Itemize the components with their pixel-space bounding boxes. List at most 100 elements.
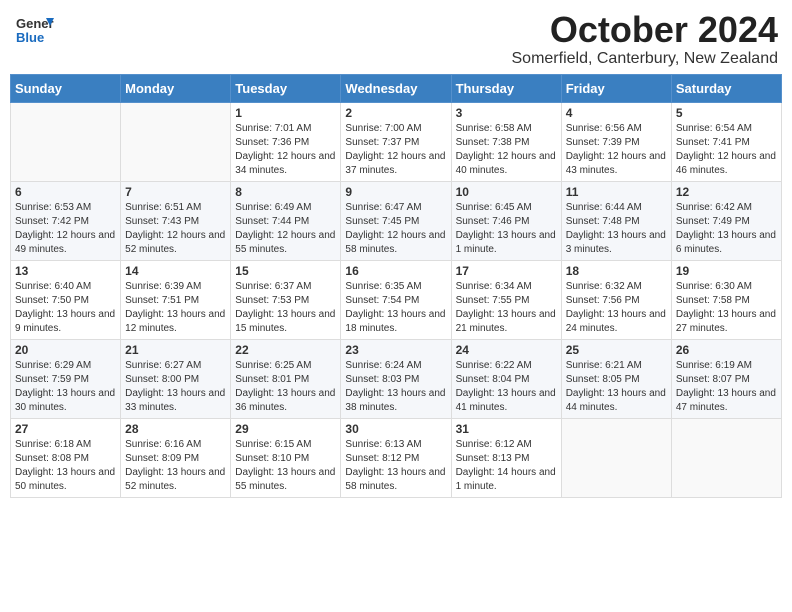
calendar-cell: 5Sunrise: 6:54 AM Sunset: 7:41 PM Daylig…	[671, 102, 781, 181]
calendar-cell: 13 Sunrise: 6:40 AM Sunset: 7:50 PM Dayli…	[11, 260, 121, 339]
day-number: 10	[456, 185, 557, 199]
day-number: 25	[566, 343, 667, 357]
day-info: Sunrise: 6:45 AM Sunset: 7:46 PM Dayligh…	[456, 201, 557, 257]
calendar-cell: 28 Sunrise: 6:16 AM Sunset: 8:09 PM Dayli…	[121, 418, 231, 497]
day-info: Sunrise: 6:42 AM Sunset: 7:49 PM Dayligh…	[676, 201, 777, 257]
day-info: Sunrise: 7:01 AM Sunset: 7:36 PM Dayligh…	[235, 122, 336, 178]
day-number: 28	[125, 422, 226, 436]
day-info: Sunrise: 6:35 AM Sunset: 7:54 PM Dayligh…	[345, 280, 446, 336]
day-number: 17	[456, 264, 557, 278]
calendar-cell: 17 Sunrise: 6:34 AM Sunset: 7:55 PM Dayli…	[451, 260, 561, 339]
day-header-tuesday: Tuesday	[231, 74, 341, 102]
title-block: October 2024 Somerfield, Canterbury, New…	[512, 10, 779, 68]
calendar-week-2: 6Sunrise: 6:53 AM Sunset: 7:42 PM Daylig…	[11, 181, 782, 260]
day-info: Sunrise: 6:18 AM Sunset: 8:08 PM Dayligh…	[15, 438, 116, 494]
calendar-cell: 26 Sunrise: 6:19 AM Sunset: 8:07 PM Dayli…	[671, 339, 781, 418]
day-number: 30	[345, 422, 446, 436]
calendar-table: SundayMondayTuesdayWednesdayThursdayFrid…	[10, 74, 782, 498]
day-number: 29	[235, 422, 336, 436]
day-number: 3	[456, 106, 557, 120]
day-info: Sunrise: 6:56 AM Sunset: 7:39 PM Dayligh…	[566, 122, 667, 178]
day-header-sunday: Sunday	[11, 74, 121, 102]
calendar-cell: 19Sunrise: 6:30 AM Sunset: 7:58 PM Dayli…	[671, 260, 781, 339]
location-title: Somerfield, Canterbury, New Zealand	[512, 50, 779, 68]
day-info: Sunrise: 6:54 AM Sunset: 7:41 PM Dayligh…	[676, 122, 777, 178]
calendar-header-row: SundayMondayTuesdayWednesdayThursdayFrid…	[11, 74, 782, 102]
month-title: October 2024	[512, 10, 779, 50]
day-number: 7	[125, 185, 226, 199]
day-info: Sunrise: 6:27 AM Sunset: 8:00 PM Dayligh…	[125, 359, 226, 415]
day-number: 31	[456, 422, 557, 436]
calendar-cell: 27 Sunrise: 6:18 AM Sunset: 8:08 PM Dayli…	[11, 418, 121, 497]
day-number: 13	[15, 264, 116, 278]
day-info: Sunrise: 6:37 AM Sunset: 7:53 PM Dayligh…	[235, 280, 336, 336]
calendar-cell: 14Sunrise: 6:39 AM Sunset: 7:51 PM Dayli…	[121, 260, 231, 339]
day-info: Sunrise: 6:24 AM Sunset: 8:03 PM Dayligh…	[345, 359, 446, 415]
calendar-cell: 22 Sunrise: 6:25 AM Sunset: 8:01 PM Dayli…	[231, 339, 341, 418]
day-info: Sunrise: 6:44 AM Sunset: 7:48 PM Dayligh…	[566, 201, 667, 257]
day-number: 12	[676, 185, 777, 199]
day-info: Sunrise: 6:51 AM Sunset: 7:43 PM Dayligh…	[125, 201, 226, 257]
day-info: Sunrise: 6:12 AM Sunset: 8:13 PM Dayligh…	[456, 438, 557, 494]
calendar-cell: 15 Sunrise: 6:37 AM Sunset: 7:53 PM Dayli…	[231, 260, 341, 339]
day-info: Sunrise: 6:16 AM Sunset: 8:09 PM Dayligh…	[125, 438, 226, 494]
calendar-cell: 9 Sunrise: 6:47 AM Sunset: 7:45 PM Daylig…	[341, 181, 451, 260]
calendar-cell: 29Sunrise: 6:15 AM Sunset: 8:10 PM Dayli…	[231, 418, 341, 497]
day-number: 21	[125, 343, 226, 357]
day-info: Sunrise: 6:29 AM Sunset: 7:59 PM Dayligh…	[15, 359, 116, 415]
calendar-cell: 30 Sunrise: 6:13 AM Sunset: 8:12 PM Dayli…	[341, 418, 451, 497]
day-info: Sunrise: 6:32 AM Sunset: 7:56 PM Dayligh…	[566, 280, 667, 336]
logo-graphic: General Blue	[14, 10, 54, 55]
day-number: 1	[235, 106, 336, 120]
day-info: Sunrise: 6:34 AM Sunset: 7:55 PM Dayligh…	[456, 280, 557, 336]
calendar-cell: 2 Sunrise: 7:00 AM Sunset: 7:37 PM Daylig…	[341, 102, 451, 181]
day-info: Sunrise: 6:19 AM Sunset: 8:07 PM Dayligh…	[676, 359, 777, 415]
calendar-cell: 11Sunrise: 6:44 AM Sunset: 7:48 PM Dayli…	[561, 181, 671, 260]
calendar-cell	[121, 102, 231, 181]
calendar-cell: 12 Sunrise: 6:42 AM Sunset: 7:49 PM Dayli…	[671, 181, 781, 260]
day-number: 24	[456, 343, 557, 357]
calendar-cell: 16 Sunrise: 6:35 AM Sunset: 7:54 PM Dayli…	[341, 260, 451, 339]
calendar-week-4: 20 Sunrise: 6:29 AM Sunset: 7:59 PM Dayli…	[11, 339, 782, 418]
day-number: 26	[676, 343, 777, 357]
svg-text:Blue: Blue	[16, 30, 44, 45]
calendar-cell: 4 Sunrise: 6:56 AM Sunset: 7:39 PM Daylig…	[561, 102, 671, 181]
day-number: 23	[345, 343, 446, 357]
day-info: Sunrise: 6:47 AM Sunset: 7:45 PM Dayligh…	[345, 201, 446, 257]
calendar-cell: 23 Sunrise: 6:24 AM Sunset: 8:03 PM Dayli…	[341, 339, 451, 418]
day-info: Sunrise: 6:21 AM Sunset: 8:05 PM Dayligh…	[566, 359, 667, 415]
day-info: Sunrise: 6:39 AM Sunset: 7:51 PM Dayligh…	[125, 280, 226, 336]
calendar-cell: 20 Sunrise: 6:29 AM Sunset: 7:59 PM Dayli…	[11, 339, 121, 418]
calendar-cell	[671, 418, 781, 497]
day-info: Sunrise: 6:22 AM Sunset: 8:04 PM Dayligh…	[456, 359, 557, 415]
day-number: 4	[566, 106, 667, 120]
day-number: 16	[345, 264, 446, 278]
day-number: 15	[235, 264, 336, 278]
calendar-cell: 25 Sunrise: 6:21 AM Sunset: 8:05 PM Dayli…	[561, 339, 671, 418]
calendar-week-5: 27 Sunrise: 6:18 AM Sunset: 8:08 PM Dayli…	[11, 418, 782, 497]
calendar-cell	[11, 102, 121, 181]
calendar-cell: 8 Sunrise: 6:49 AM Sunset: 7:44 PM Daylig…	[231, 181, 341, 260]
day-number: 18	[566, 264, 667, 278]
calendar-cell: 6Sunrise: 6:53 AM Sunset: 7:42 PM Daylig…	[11, 181, 121, 260]
day-info: Sunrise: 7:00 AM Sunset: 7:37 PM Dayligh…	[345, 122, 446, 178]
day-info: Sunrise: 6:49 AM Sunset: 7:44 PM Dayligh…	[235, 201, 336, 257]
day-info: Sunrise: 6:40 AM Sunset: 7:50 PM Dayligh…	[15, 280, 116, 336]
day-info: Sunrise: 6:58 AM Sunset: 7:38 PM Dayligh…	[456, 122, 557, 178]
day-number: 22	[235, 343, 336, 357]
calendar-cell	[561, 418, 671, 497]
day-header-saturday: Saturday	[671, 74, 781, 102]
day-number: 20	[15, 343, 116, 357]
calendar-cell: 3 Sunrise: 6:58 AM Sunset: 7:38 PM Daylig…	[451, 102, 561, 181]
calendar-cell: 10 Sunrise: 6:45 AM Sunset: 7:46 PM Dayli…	[451, 181, 561, 260]
day-number: 8	[235, 185, 336, 199]
day-number: 2	[345, 106, 446, 120]
day-header-friday: Friday	[561, 74, 671, 102]
day-number: 9	[345, 185, 446, 199]
day-info: Sunrise: 6:25 AM Sunset: 8:01 PM Dayligh…	[235, 359, 336, 415]
day-number: 27	[15, 422, 116, 436]
day-header-thursday: Thursday	[451, 74, 561, 102]
calendar-cell: 21 Sunrise: 6:27 AM Sunset: 8:00 PM Dayli…	[121, 339, 231, 418]
day-info: Sunrise: 6:13 AM Sunset: 8:12 PM Dayligh…	[345, 438, 446, 494]
calendar-cell: 1 Sunrise: 7:01 AM Sunset: 7:36 PM Daylig…	[231, 102, 341, 181]
